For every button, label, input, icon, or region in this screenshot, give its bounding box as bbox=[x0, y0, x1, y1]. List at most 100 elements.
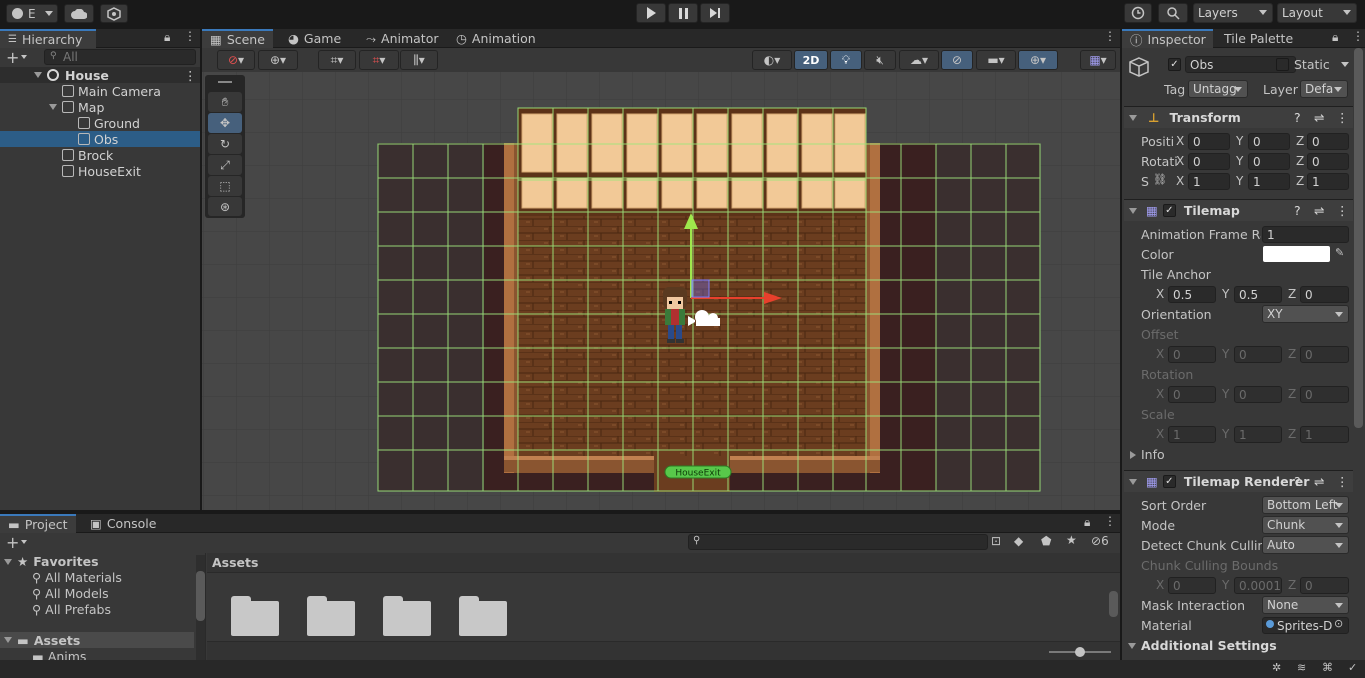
preset-icon[interactable]: ⇌ bbox=[1314, 203, 1324, 218]
info-foldout[interactable]: Info bbox=[1130, 447, 1165, 462]
add-icon[interactable]: + bbox=[6, 533, 19, 552]
effects-dropdown[interactable]: ☁ ▾ bbox=[899, 50, 939, 70]
anchor-z-input[interactable]: 0 bbox=[1300, 286, 1349, 303]
folder-icon[interactable] bbox=[459, 596, 507, 636]
kebab-menu-icon[interactable]: ⋮ bbox=[1336, 203, 1349, 218]
gizmo-tool-dropdown[interactable]: ⊘ ▾ bbox=[217, 50, 255, 70]
tab-scene[interactable]: ▦ Scene bbox=[202, 29, 273, 48]
network-icon[interactable]: ⌘ bbox=[1322, 661, 1333, 674]
mask-interaction-dropdown[interactable]: None bbox=[1262, 596, 1349, 614]
layer-dropdown[interactable]: Defa bbox=[1300, 80, 1348, 98]
inspector-scrollbar[interactable] bbox=[1354, 48, 1363, 428]
tab-project[interactable]: ▬ Project bbox=[0, 514, 76, 533]
drag-handle-icon[interactable] bbox=[218, 81, 232, 83]
transform-header[interactable]: ⊥ Transform ? ⇌ ⋮ bbox=[1124, 106, 1353, 128]
lock-icon[interactable]: 🔒︎ bbox=[164, 30, 170, 45]
step-button[interactable] bbox=[700, 3, 730, 23]
scale-x-input[interactable]: 1 bbox=[1188, 173, 1230, 190]
rotate-tool-button[interactable]: ↻ bbox=[208, 134, 242, 154]
help-icon[interactable]: ? bbox=[1294, 203, 1301, 218]
kebab-menu-icon[interactable]: ⋮ bbox=[184, 68, 197, 83]
renderer-enabled-checkbox[interactable]: ✓ bbox=[1162, 475, 1176, 488]
project-search-input[interactable] bbox=[688, 534, 988, 550]
rotation-x-input[interactable]: 0 bbox=[1188, 153, 1230, 170]
preset-icon[interactable]: ⇌ bbox=[1314, 474, 1324, 489]
kebab-menu-icon[interactable]: ⋮ bbox=[1352, 29, 1364, 43]
scale-tool-button[interactable]: ⤢ bbox=[208, 155, 242, 175]
favorite-star-icon[interactable]: ★ bbox=[1066, 533, 1077, 547]
tilemap-renderer-header[interactable]: ▦ ✓ Tilemap Renderer ? ⇌ ⋮ bbox=[1124, 470, 1353, 492]
kebab-menu-icon[interactable]: ⋮ bbox=[1104, 29, 1116, 43]
anchor-y-input[interactable]: 0.5 bbox=[1234, 286, 1282, 303]
list-item[interactable]: Map bbox=[0, 99, 200, 115]
2d-toggle[interactable]: 2D bbox=[794, 50, 828, 70]
kebab-menu-icon[interactable]: ⋮ bbox=[184, 29, 196, 43]
account-dropdown[interactable]: E bbox=[6, 4, 58, 23]
folder-icon[interactable] bbox=[231, 596, 279, 636]
tab-game[interactable]: ◕ Game bbox=[280, 29, 349, 48]
folder-icon[interactable] bbox=[307, 596, 355, 636]
sort-order-dropdown[interactable]: Bottom Left bbox=[1262, 496, 1349, 514]
tilemap-enabled-checkbox[interactable]: ✓ bbox=[1162, 204, 1176, 217]
scale-z-input[interactable]: 1 bbox=[1307, 173, 1349, 190]
search-button[interactable] bbox=[1158, 3, 1188, 23]
additional-settings-foldout[interactable]: Additional Settings bbox=[1128, 638, 1277, 653]
active-checkbox[interactable]: ✓ bbox=[1168, 58, 1181, 71]
list-item[interactable]: Ground bbox=[0, 115, 200, 131]
link-icon[interactable]: ⛓ bbox=[1153, 173, 1167, 186]
move-tool-button[interactable]: ✥ bbox=[208, 113, 242, 133]
tab-animator[interactable]: ⤳ Animator bbox=[358, 29, 447, 48]
visibility-toggle[interactable]: ⊘ bbox=[941, 50, 973, 70]
anchor-x-input[interactable]: 0.5 bbox=[1168, 286, 1216, 303]
kebab-menu-icon[interactable]: ⋮ bbox=[1104, 514, 1116, 528]
audio-toggle[interactable]: 🔇︎ bbox=[864, 50, 896, 70]
position-z-input[interactable]: 0 bbox=[1307, 133, 1349, 150]
preset-icon[interactable]: ⇌ bbox=[1314, 110, 1324, 125]
camera-dropdown[interactable]: ▬ ▾ bbox=[976, 50, 1016, 70]
kebab-menu-icon[interactable]: ⋮ bbox=[1336, 474, 1349, 489]
overlay-dropdown[interactable]: ▦ ▾ bbox=[1080, 50, 1116, 70]
list-item[interactable]: ⚲ All Materials bbox=[32, 570, 122, 585]
list-item[interactable]: HouseExit bbox=[0, 163, 200, 179]
position-y-input[interactable]: 0 bbox=[1248, 133, 1290, 150]
animation-frame-rate-input[interactable]: 1 bbox=[1262, 226, 1349, 243]
tab-inspector[interactable]: ⓘ Inspector bbox=[1122, 29, 1213, 48]
list-item-selected[interactable]: Obs bbox=[0, 131, 200, 147]
list-item[interactable]: ⚲ All Models bbox=[32, 586, 109, 601]
transform-tool-button[interactable]: ⊛ bbox=[208, 197, 242, 216]
bug-icon[interactable]: ✲ bbox=[1272, 661, 1281, 674]
assets-scrollbar[interactable] bbox=[1109, 577, 1118, 637]
shading-dropdown[interactable]: ◐ ▾ bbox=[752, 50, 792, 70]
rect-tool-button[interactable]: ⬚ bbox=[208, 176, 242, 196]
tilemap-header[interactable]: ▦ ✓ Tilemap ? ⇌ ⋮ bbox=[1124, 199, 1353, 221]
filter-type-icon[interactable]: ◆ bbox=[1014, 534, 1023, 548]
assets-folder[interactable]: ▬ Assets bbox=[0, 632, 194, 648]
history-button[interactable] bbox=[1124, 3, 1152, 23]
add-icon[interactable]: + bbox=[6, 48, 19, 67]
mode-dropdown[interactable]: Chunk bbox=[1262, 516, 1349, 534]
rotation-y-input[interactable]: 0 bbox=[1248, 153, 1290, 170]
search-by-type-icon[interactable]: ⊡ bbox=[991, 534, 1001, 548]
orientation-dropdown[interactable]: XY bbox=[1262, 305, 1349, 323]
lock-icon[interactable]: 🔒︎ bbox=[1332, 30, 1338, 45]
grid-snap-dropdown[interactable]: ⌗ ▾ bbox=[318, 50, 356, 70]
favorites-folder[interactable]: ★ Favorites bbox=[4, 554, 99, 569]
pivot-dropdown[interactable]: ⊕ ▾ bbox=[258, 50, 298, 70]
layers-dropdown[interactable]: Layers bbox=[1193, 3, 1273, 23]
list-item[interactable]: ⚲ All Prefabs bbox=[32, 602, 111, 617]
scene-row-house[interactable]: House ⋮ bbox=[0, 67, 200, 83]
layout-dropdown[interactable]: Layout bbox=[1277, 3, 1357, 23]
snap-increment-dropdown[interactable]: ⌗ ▾ bbox=[359, 50, 399, 70]
tree-scrollbar[interactable] bbox=[196, 555, 205, 660]
static-dropdown-icon[interactable] bbox=[1341, 62, 1349, 67]
hierarchy-search-input[interactable]: All bbox=[44, 49, 196, 65]
help-icon[interactable]: ? bbox=[1294, 110, 1301, 125]
lock-icon[interactable]: 🔒︎ bbox=[1084, 515, 1090, 530]
list-item[interactable]: Main Camera bbox=[0, 83, 200, 99]
rotation-z-input[interactable]: 0 bbox=[1307, 153, 1349, 170]
object-picker-icon[interactable]: ⊙ bbox=[1334, 617, 1343, 630]
play-button[interactable] bbox=[636, 3, 666, 23]
lighting-toggle[interactable]: 💡︎ bbox=[830, 50, 862, 70]
position-x-input[interactable]: 0 bbox=[1188, 133, 1230, 150]
tab-animation[interactable]: ◷ Animation bbox=[448, 29, 544, 48]
